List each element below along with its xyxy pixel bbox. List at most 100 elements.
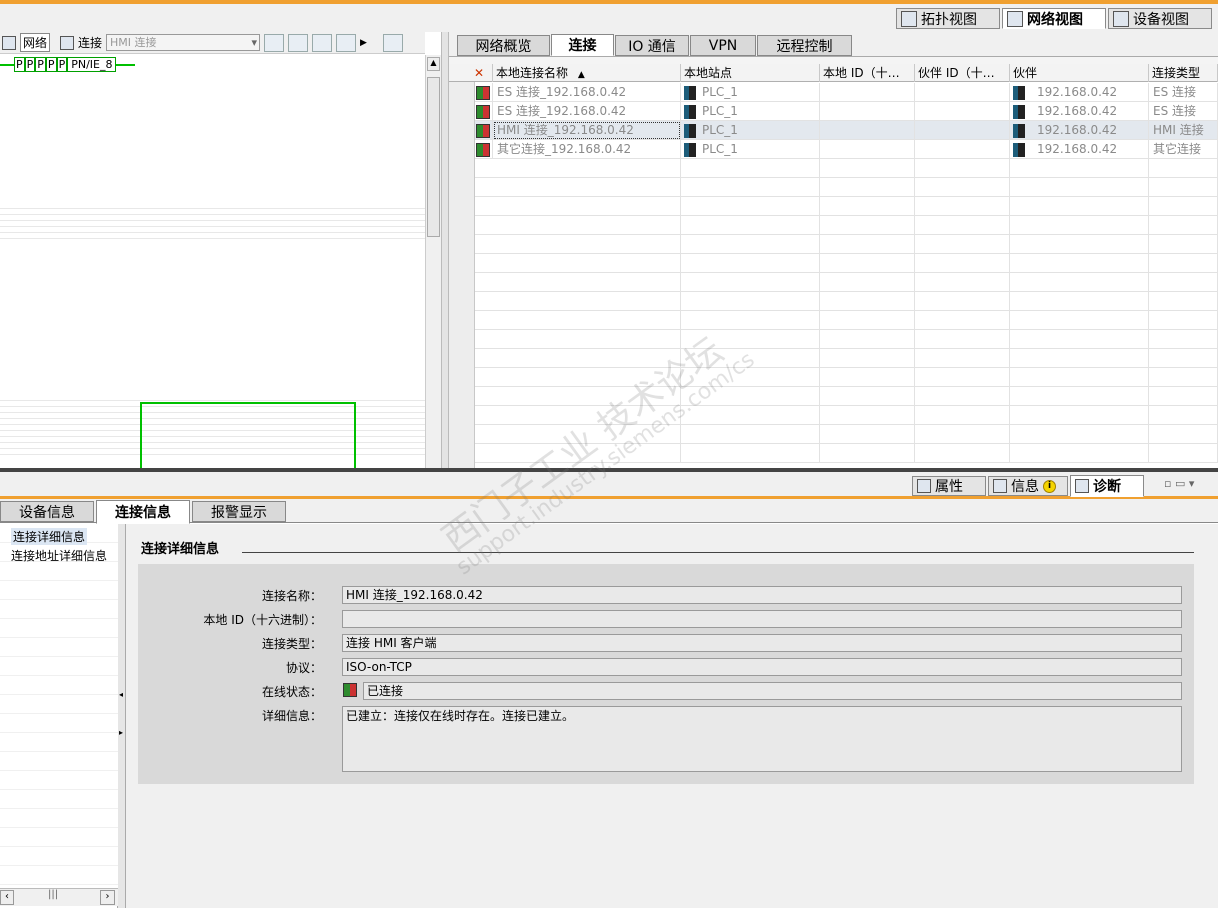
table-toggle-button[interactable]: [336, 33, 357, 52]
row-header[interactable]: [449, 159, 475, 178]
table-row[interactable]: [449, 368, 1218, 387]
empty-cell[interactable]: [820, 311, 915, 330]
table-row[interactable]: [449, 425, 1218, 444]
empty-cell[interactable]: [1149, 235, 1218, 254]
empty-cell[interactable]: [915, 254, 1010, 273]
empty-cell[interactable]: [915, 387, 1010, 406]
empty-cell[interactable]: [681, 273, 820, 292]
view-tab-device[interactable]: 设备视图: [1108, 8, 1212, 29]
empty-cell[interactable]: [1010, 425, 1149, 444]
row-header[interactable]: [449, 387, 475, 406]
empty-cell[interactable]: [1010, 197, 1149, 216]
empty-cell[interactable]: [1010, 406, 1149, 425]
empty-cell[interactable]: [915, 425, 1010, 444]
empty-cell[interactable]: [1149, 178, 1218, 197]
table-cell-local-id[interactable]: [820, 121, 915, 140]
empty-cell[interactable]: [915, 159, 1010, 178]
empty-cell[interactable]: [1149, 159, 1218, 178]
header-local-name[interactable]: 本地连接名称 ▲: [493, 64, 681, 82]
empty-cell[interactable]: [1010, 235, 1149, 254]
empty-cell[interactable]: [493, 178, 681, 197]
empty-cell[interactable]: [820, 387, 915, 406]
subnet-label[interactable]: PN/IE_8: [67, 57, 117, 72]
table-cell-station[interactable]: PLC_1: [681, 102, 820, 121]
field-local-id[interactable]: [342, 610, 1182, 628]
empty-cell[interactable]: [820, 349, 915, 368]
row-header[interactable]: [449, 292, 475, 311]
inspector-tab-info[interactable]: 信息 i: [988, 476, 1068, 496]
header-partner-id[interactable]: 伙伴 ID（十…: [915, 64, 1010, 82]
empty-cell[interactable]: [1010, 311, 1149, 330]
empty-cell[interactable]: [681, 425, 820, 444]
empty-cell[interactable]: [915, 406, 1010, 425]
empty-cell[interactable]: [915, 178, 1010, 197]
row-header[interactable]: [449, 235, 475, 254]
table-row[interactable]: [449, 216, 1218, 235]
scroll-right-icon[interactable]: ›: [100, 890, 115, 905]
table-row[interactable]: [449, 311, 1218, 330]
empty-cell[interactable]: [493, 368, 681, 387]
scroll-thumb[interactable]: [427, 77, 440, 237]
empty-cell[interactable]: [820, 235, 915, 254]
empty-cell[interactable]: [820, 444, 915, 463]
empty-cell[interactable]: [1149, 349, 1218, 368]
scroll-left-icon[interactable]: ‹: [0, 890, 14, 905]
empty-cell[interactable]: [915, 311, 1010, 330]
table-row[interactable]: ES 连接_192.168.0.42 PLC_1 192.168.0.42 ES 连接: [449, 83, 1218, 102]
row-header[interactable]: [449, 368, 475, 387]
connection-type-select[interactable]: HMI 连接 ▾: [106, 34, 261, 51]
row-header[interactable]: [449, 330, 475, 349]
tree-item-address-details[interactable]: 连接地址详细信息: [11, 547, 107, 564]
row-header[interactable]: [449, 406, 475, 425]
tab-device-info[interactable]: 设备信息: [0, 501, 94, 522]
tab-connection-info[interactable]: 连接信息: [96, 500, 190, 524]
canvas-scrollbar[interactable]: ▲: [425, 55, 441, 468]
empty-cell[interactable]: [820, 368, 915, 387]
empty-cell[interactable]: [681, 444, 820, 463]
empty-cell[interactable]: [820, 216, 915, 235]
table-cell-station[interactable]: PLC_1: [681, 83, 820, 102]
empty-cell[interactable]: [1010, 292, 1149, 311]
empty-cell[interactable]: [1149, 254, 1218, 273]
empty-cell[interactable]: [681, 387, 820, 406]
empty-cell[interactable]: [820, 425, 915, 444]
empty-cell[interactable]: [820, 159, 915, 178]
expand-right-icon[interactable]: ▸: [119, 728, 123, 737]
empty-cell[interactable]: [820, 406, 915, 425]
empty-cell[interactable]: [915, 444, 1010, 463]
name-button[interactable]: [264, 33, 285, 52]
row-header[interactable]: [449, 216, 475, 235]
empty-cell[interactable]: [820, 330, 915, 349]
empty-cell[interactable]: [1010, 387, 1149, 406]
table-cell-partner-id[interactable]: [915, 121, 1010, 140]
empty-cell[interactable]: [1149, 330, 1218, 349]
table-cell-local-id[interactable]: [820, 140, 915, 159]
table-cell-type[interactable]: HMI 连接: [1149, 121, 1218, 140]
table-row[interactable]: [449, 444, 1218, 463]
table-row[interactable]: [449, 406, 1218, 425]
empty-cell[interactable]: [681, 292, 820, 311]
empty-cell[interactable]: [915, 197, 1010, 216]
table-row[interactable]: [449, 254, 1218, 273]
empty-cell[interactable]: [820, 178, 915, 197]
empty-cell[interactable]: [681, 311, 820, 330]
empty-cell[interactable]: [1010, 254, 1149, 273]
table-row[interactable]: [449, 349, 1218, 368]
empty-cell[interactable]: [681, 178, 820, 197]
empty-cell[interactable]: [915, 368, 1010, 387]
device-frame[interactable]: [140, 402, 356, 468]
table-cell-station[interactable]: PLC_1: [681, 140, 820, 159]
inspector-tab-diagnostics[interactable]: 诊断: [1070, 475, 1144, 497]
table-cell-name[interactable]: HMI 连接_192.168.0.42: [493, 121, 681, 140]
empty-cell[interactable]: [1149, 292, 1218, 311]
row-header[interactable]: [449, 178, 475, 197]
empty-cell[interactable]: [1149, 273, 1218, 292]
empty-cell[interactable]: [493, 273, 681, 292]
row-header[interactable]: [449, 444, 475, 463]
empty-cell[interactable]: [493, 444, 681, 463]
table-cell-type[interactable]: 其它连接: [1149, 140, 1218, 159]
network-mode-button[interactable]: 网络: [20, 33, 51, 52]
tab-remote-control[interactable]: 远程控制: [757, 35, 852, 56]
empty-cell[interactable]: [1149, 368, 1218, 387]
table-cell-partner-id[interactable]: [915, 102, 1010, 121]
